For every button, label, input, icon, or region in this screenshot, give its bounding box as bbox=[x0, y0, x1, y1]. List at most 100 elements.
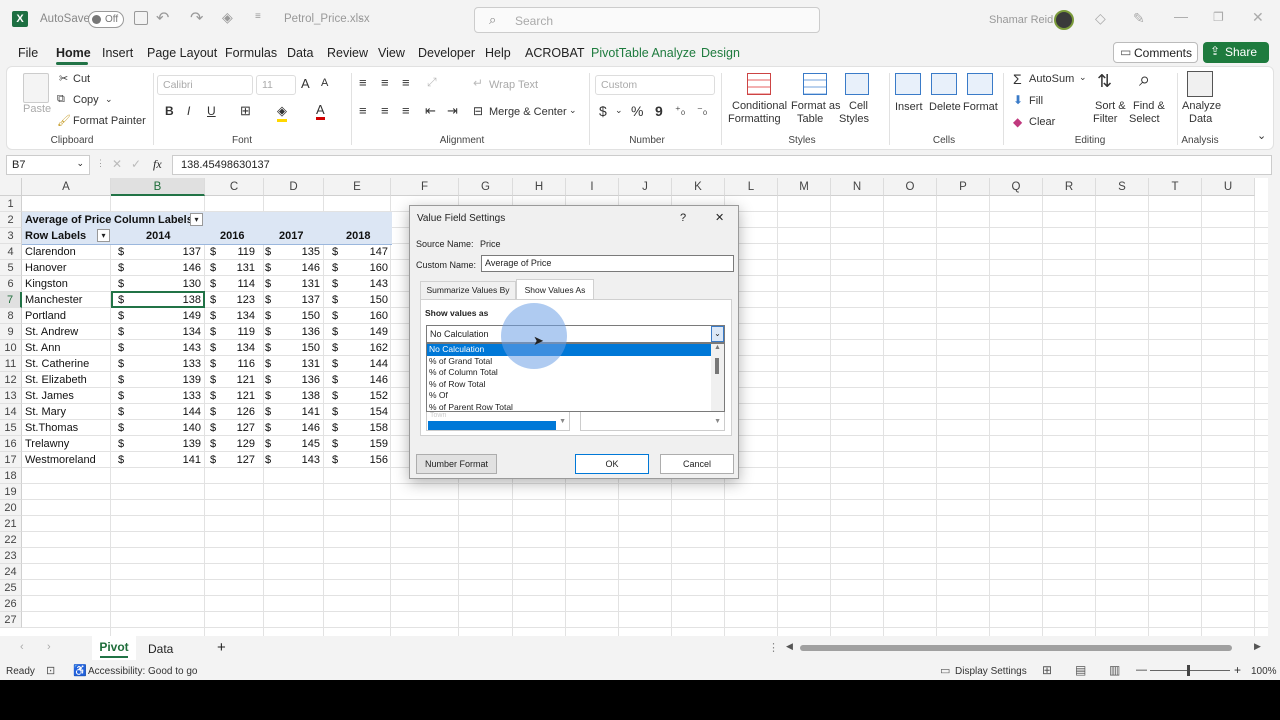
tab-page-layout[interactable]: Page Layout bbox=[147, 46, 217, 60]
value-cell[interactable]: 156 bbox=[348, 452, 388, 468]
name-box[interactable]: B7 ⌄ bbox=[6, 155, 90, 175]
row-header[interactable]: 20 bbox=[0, 500, 22, 516]
year-header[interactable]: 2017 bbox=[279, 228, 303, 244]
tab-review[interactable]: Review bbox=[327, 46, 368, 60]
row-filter-button[interactable]: ▾ bbox=[97, 229, 110, 242]
row-label[interactable]: Trelawny bbox=[25, 436, 69, 452]
show-values-as-list[interactable]: No Calculation% of Grand Total% of Colum… bbox=[426, 343, 725, 412]
orientation-icon[interactable]: ⤢ bbox=[427, 75, 437, 90]
tab-acrobat[interactable]: ACROBAT bbox=[525, 46, 585, 60]
copy-button[interactable]: Copy bbox=[73, 94, 99, 106]
option-item[interactable]: % Of bbox=[427, 390, 712, 402]
column-header[interactable]: U bbox=[1202, 178, 1255, 196]
column-header[interactable]: I bbox=[566, 178, 619, 196]
row-header[interactable]: 12 bbox=[0, 372, 22, 388]
custom-name-input[interactable]: Average of Price bbox=[481, 255, 734, 272]
column-header[interactable]: F bbox=[391, 178, 459, 196]
merge-center-button[interactable]: Merge & Center bbox=[489, 106, 567, 118]
tab-data[interactable]: Data bbox=[287, 46, 313, 60]
row-label[interactable]: Clarendon bbox=[25, 244, 76, 260]
display-settings-button[interactable]: Display Settings bbox=[955, 666, 1027, 677]
column-header[interactable]: Q bbox=[990, 178, 1043, 196]
row-header[interactable]: 6 bbox=[0, 276, 22, 292]
value-cell[interactable]: 136 bbox=[280, 372, 320, 388]
dialog-close-icon[interactable]: ✕ bbox=[715, 211, 724, 224]
value-cell[interactable]: 143 bbox=[280, 452, 320, 468]
list-scrollbar[interactable]: ▲ bbox=[711, 344, 724, 411]
value-cell[interactable]: 127 bbox=[215, 420, 255, 436]
value-cell[interactable]: 143 bbox=[161, 340, 201, 356]
value-cell[interactable]: 139 bbox=[161, 436, 201, 452]
row-header[interactable]: 14 bbox=[0, 404, 22, 420]
value-cell[interactable]: 131 bbox=[280, 356, 320, 372]
borders-icon[interactable]: ⊞ bbox=[240, 103, 251, 119]
normal-view-icon[interactable]: ⊞ bbox=[1042, 663, 1052, 677]
increase-indent-icon[interactable]: ⇥ bbox=[447, 103, 458, 119]
row-label[interactable]: Westmoreland bbox=[25, 452, 96, 468]
zoom-slider[interactable] bbox=[1150, 665, 1230, 676]
row-header[interactable]: 4 bbox=[0, 244, 22, 260]
pivot-column-labels[interactable]: Column Labels bbox=[114, 212, 193, 228]
value-cell[interactable]: 149 bbox=[161, 308, 201, 324]
tab-design[interactable]: Design bbox=[701, 46, 740, 60]
number-format-button[interactable]: Number Format bbox=[416, 454, 497, 474]
row-header[interactable]: 22 bbox=[0, 532, 22, 548]
insert-cells-icon[interactable] bbox=[895, 73, 921, 95]
value-cell[interactable]: 138 bbox=[280, 388, 320, 404]
value-cell[interactable]: 160 bbox=[348, 308, 388, 324]
row-header[interactable]: 3 bbox=[0, 228, 22, 244]
tab-summarize-values-by[interactable]: Summarize Values By bbox=[420, 281, 516, 299]
value-cell[interactable]: 119 bbox=[215, 324, 255, 340]
chevron-down-icon[interactable]: ⌄ bbox=[1079, 72, 1087, 83]
row-label[interactable]: St. James bbox=[25, 388, 74, 404]
row-header[interactable]: 26 bbox=[0, 596, 22, 612]
fill-color-icon[interactable]: ◈ bbox=[222, 9, 233, 26]
font-name-dropdown[interactable]: Calibri bbox=[157, 75, 253, 95]
merge-icon[interactable]: ⊟ bbox=[473, 104, 483, 118]
currency-button[interactable]: $ bbox=[599, 103, 607, 119]
align-center-icon[interactable]: ≡ bbox=[381, 103, 389, 118]
add-sheet-button[interactable]: + bbox=[217, 639, 226, 656]
increase-decimal-icon[interactable]: ⁺₀ bbox=[675, 104, 685, 117]
wrap-text-button[interactable]: Wrap Text bbox=[489, 79, 538, 91]
paste-label[interactable]: Paste bbox=[23, 103, 51, 115]
row-header[interactable]: 25 bbox=[0, 580, 22, 596]
column-header[interactable]: A bbox=[22, 178, 111, 196]
conditional-formatting-label1[interactable]: Conditional bbox=[732, 100, 787, 112]
decrease-decimal-icon[interactable]: ⁻₀ bbox=[697, 104, 707, 117]
value-cell[interactable]: 116 bbox=[215, 356, 255, 372]
value-cell[interactable]: 134 bbox=[161, 324, 201, 340]
save-icon[interactable] bbox=[134, 11, 148, 25]
option-item[interactable]: % of Parent Row Total bbox=[427, 402, 712, 412]
customize-toolbar-icon[interactable]: ≡ bbox=[255, 11, 261, 22]
show-values-as-dropdown[interactable]: No Calculation ⌄ bbox=[426, 325, 725, 343]
column-header[interactable]: J bbox=[619, 178, 672, 196]
tab-show-values-as[interactable]: Show Values As bbox=[516, 279, 594, 300]
chevron-down-icon[interactable]: ▼ bbox=[714, 418, 721, 425]
help-button[interactable]: ? bbox=[680, 212, 686, 224]
align-middle-icon[interactable]: ≡ bbox=[381, 75, 389, 90]
value-cell[interactable]: 127 bbox=[215, 452, 255, 468]
option-item[interactable]: % of Grand Total bbox=[427, 356, 712, 368]
column-header[interactable]: O bbox=[884, 178, 937, 196]
row-label[interactable]: St. Mary bbox=[25, 404, 66, 420]
value-cell[interactable]: 152 bbox=[348, 388, 388, 404]
value-cell[interactable]: 130 bbox=[161, 276, 201, 292]
column-header[interactable]: B bbox=[111, 178, 205, 196]
row-header[interactable]: 8 bbox=[0, 308, 22, 324]
row-header[interactable]: 5 bbox=[0, 260, 22, 276]
value-cell[interactable]: 135 bbox=[280, 244, 320, 260]
paste-icon[interactable] bbox=[23, 73, 49, 103]
tab-home[interactable]: Home bbox=[56, 46, 91, 60]
tab-pivottable-analyze[interactable]: PivotTable Analyze bbox=[591, 46, 696, 60]
row-label[interactable]: St. Ann bbox=[25, 340, 60, 356]
conditional-formatting-icon[interactable] bbox=[747, 73, 771, 95]
insert-function-button[interactable]: fx bbox=[153, 157, 162, 172]
find-select-icon[interactable]: ⌕ bbox=[1139, 69, 1150, 92]
analyze-data-label1[interactable]: Analyze bbox=[1182, 100, 1221, 112]
value-cell[interactable]: 146 bbox=[280, 420, 320, 436]
zoom-out-icon[interactable]: — bbox=[1136, 664, 1147, 676]
column-header[interactable]: D bbox=[264, 178, 324, 196]
row-header[interactable]: 19 bbox=[0, 484, 22, 500]
value-cell[interactable]: 119 bbox=[215, 244, 255, 260]
